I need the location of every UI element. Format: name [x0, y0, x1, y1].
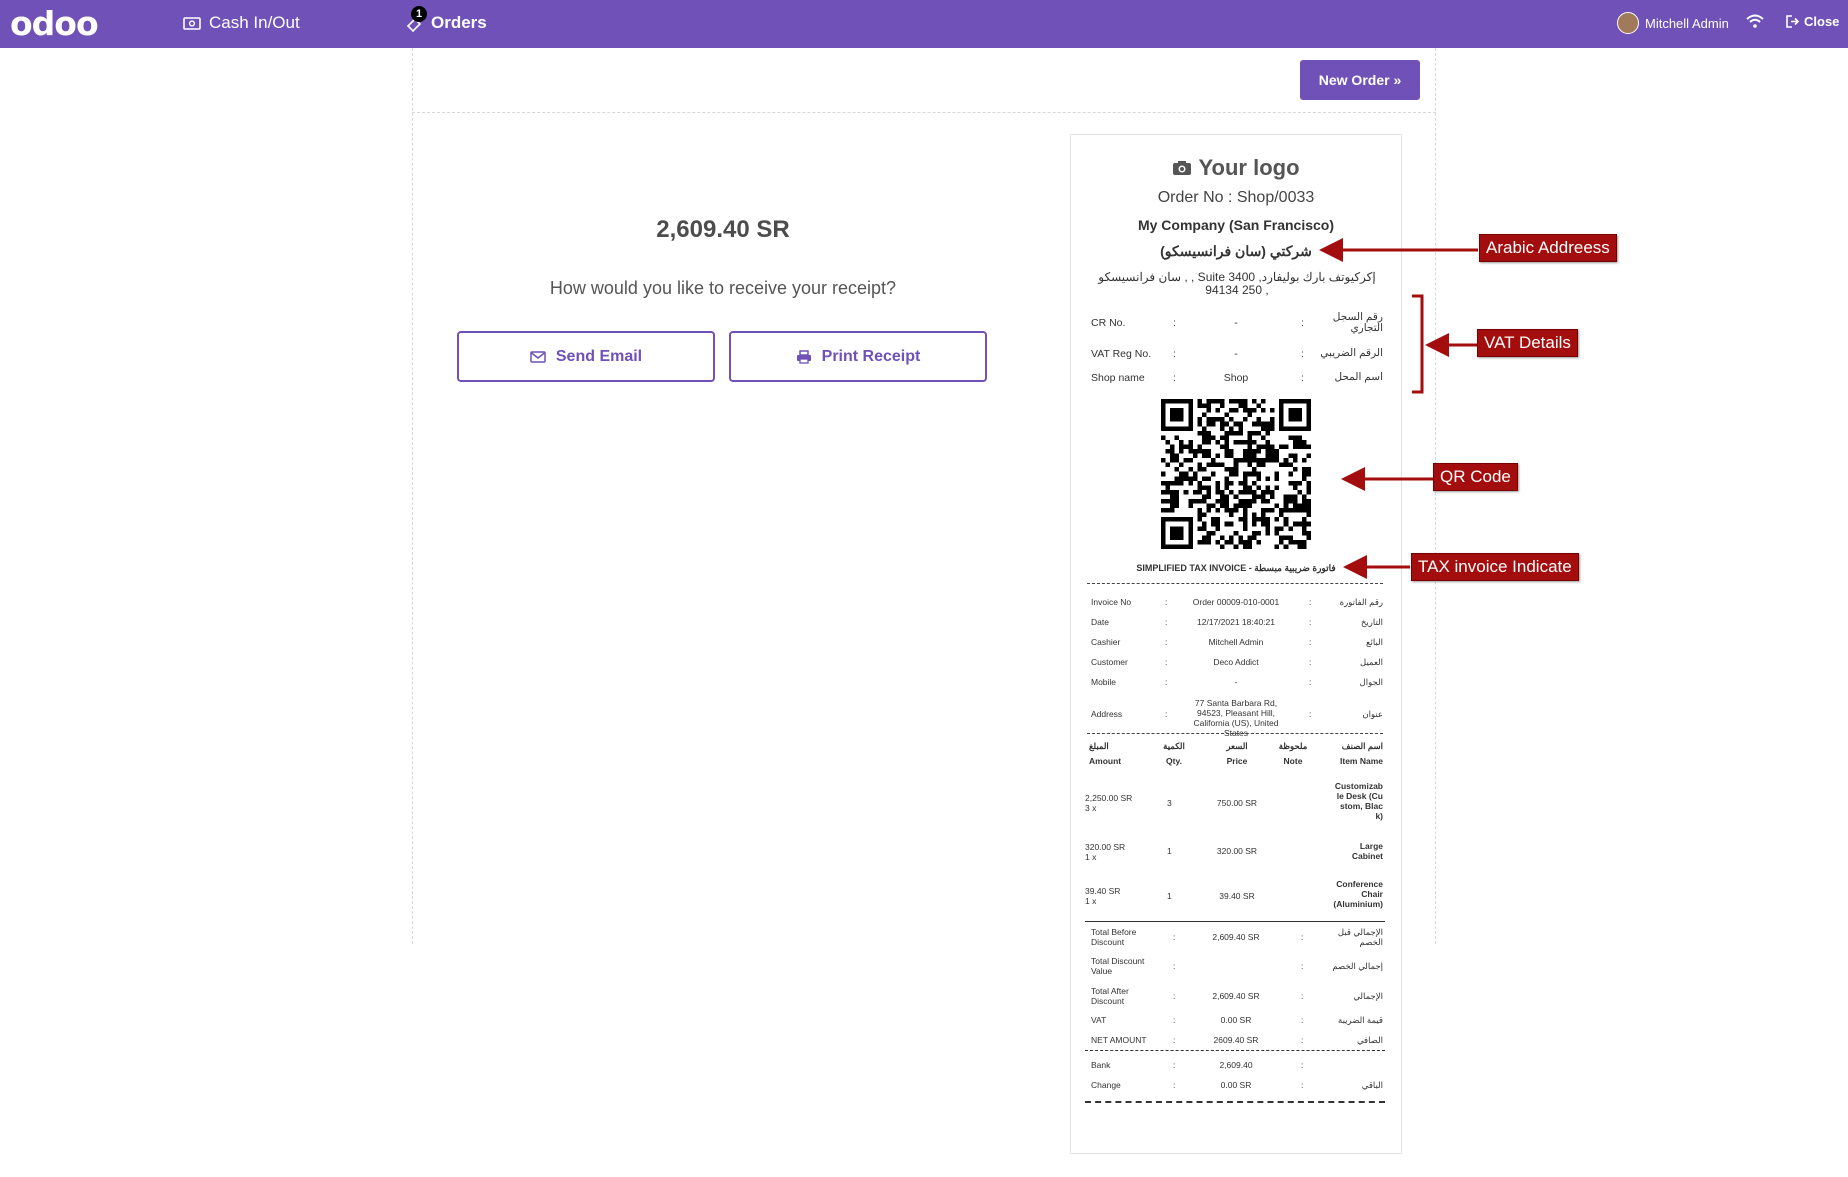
annotation-tax-invoice: TAX invoice Indicate: [1411, 553, 1579, 581]
annotation-vat-details: VAT Details: [1477, 329, 1578, 357]
annotation-arabic-address: Arabic Addreess: [1479, 234, 1617, 262]
annotation-arrows: [1319, 238, 1478, 579]
annotation-qr-code: QR Code: [1433, 463, 1518, 491]
